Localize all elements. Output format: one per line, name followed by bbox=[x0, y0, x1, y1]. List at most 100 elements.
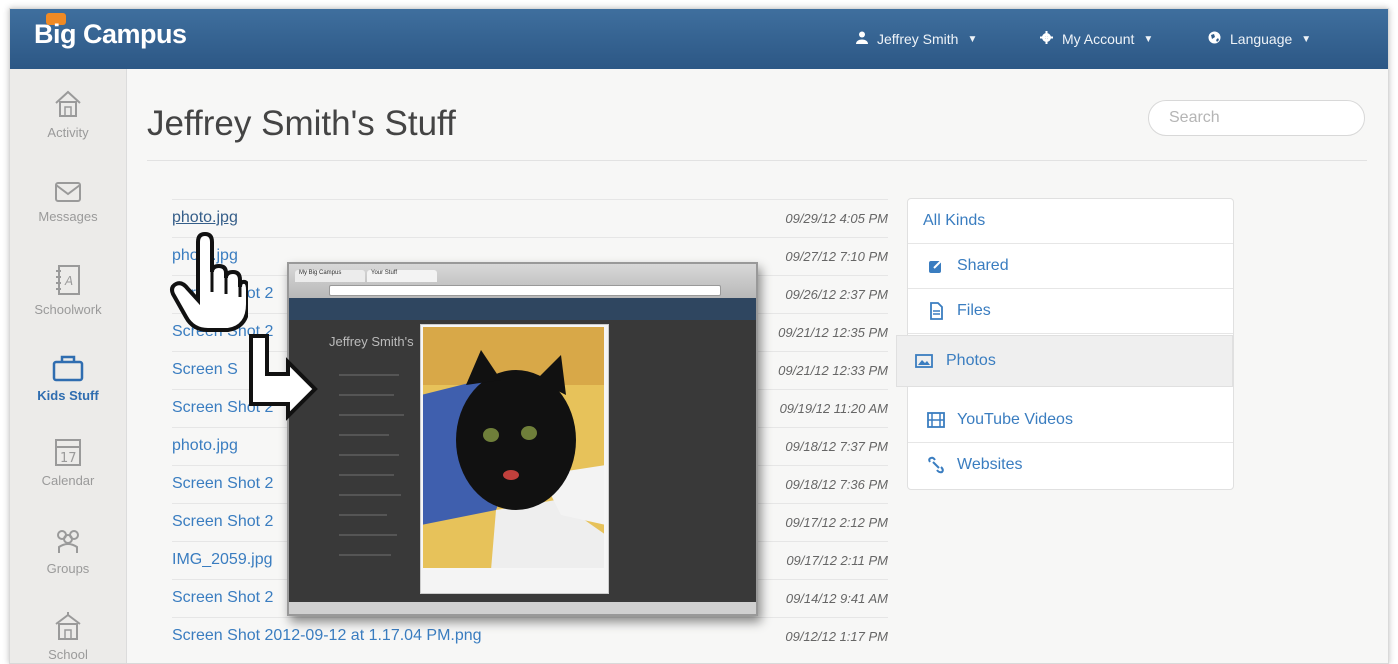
kind-label: Photos bbox=[946, 352, 996, 369]
sidebar-item-activity[interactable]: Activity bbox=[10, 89, 126, 140]
file-link[interactable]: Screen Shot 2 bbox=[172, 475, 273, 493]
kind-files[interactable]: Files bbox=[908, 289, 1233, 334]
inner-page-title: Jeffrey Smith's bbox=[329, 334, 414, 349]
logo[interactable]: Big Campus bbox=[34, 13, 187, 50]
hand-cursor-icon bbox=[170, 232, 248, 332]
photo-icon bbox=[915, 354, 933, 368]
kind-label: YouTube Videos bbox=[957, 411, 1073, 428]
sidebar-item-label: Groups bbox=[46, 561, 90, 576]
file-link[interactable]: IMG_2059.jpg bbox=[172, 551, 273, 569]
file-date: 09/21/12 12:35 PM bbox=[778, 325, 888, 340]
sidebar-item-label: School bbox=[48, 647, 88, 662]
ghost-line bbox=[339, 374, 399, 376]
file-date: 09/21/12 12:33 PM bbox=[778, 363, 888, 378]
chevron-down-icon: ▼ bbox=[1143, 33, 1154, 45]
photo-card bbox=[419, 323, 609, 594]
file-link[interactable]: Screen S bbox=[172, 361, 238, 379]
browser-status-bar bbox=[289, 602, 756, 614]
ghost-line bbox=[339, 514, 387, 516]
kind-photos[interactable]: Photos bbox=[896, 335, 1233, 387]
photo-preview-popup[interactable]: My Big Campus Your Stuff Jeffrey Smith's bbox=[287, 262, 758, 616]
calendar-day: 17 bbox=[60, 451, 77, 466]
ghost-line bbox=[339, 434, 389, 436]
user-name: Jeffrey Smith bbox=[877, 31, 959, 47]
logo-text: Big Campus bbox=[34, 19, 187, 49]
top-bar: Big Campus Jeffrey Smith ▼ My Account ▼ … bbox=[10, 9, 1388, 69]
sidebar-item-label: Kids Stuff bbox=[37, 388, 99, 403]
file-date: 09/26/12 2:37 PM bbox=[785, 287, 888, 302]
globe-icon bbox=[1208, 31, 1221, 47]
svg-text:A: A bbox=[64, 274, 73, 288]
file-date: 09/27/12 7:10 PM bbox=[785, 249, 888, 264]
kind-youtube-videos[interactable]: YouTube Videos bbox=[908, 398, 1233, 443]
kind-all[interactable]: All Kinds bbox=[908, 199, 1233, 244]
browser-chrome: My Big Campus Your Stuff bbox=[289, 264, 756, 298]
ghost-line bbox=[339, 534, 397, 536]
file-link[interactable]: Screen Shot 2012-09-12 at 1.17.04 PM.png bbox=[172, 627, 482, 645]
browser-tab: My Big Campus bbox=[295, 270, 365, 282]
app-window: Big Campus Jeffrey Smith ▼ My Account ▼ … bbox=[9, 8, 1389, 664]
file-date: 09/14/12 9:41 AM bbox=[785, 591, 888, 606]
notebook-icon: A bbox=[56, 265, 80, 295]
kind-label: Files bbox=[957, 302, 991, 319]
ghost-line bbox=[339, 474, 394, 476]
school-icon bbox=[55, 612, 81, 640]
file-date: 09/12/12 1:17 PM bbox=[785, 629, 888, 644]
kind-shared[interactable]: Shared bbox=[908, 244, 1233, 289]
kind-filter-panel: All Kinds Shared Files Photos YouTube Vi… bbox=[896, 198, 1234, 490]
sidebar-item-label: Activity bbox=[47, 125, 89, 140]
browser-tab: Your Stuff bbox=[367, 270, 437, 282]
link-icon bbox=[928, 456, 944, 474]
file-link[interactable]: Screen Shot 2 bbox=[172, 589, 273, 607]
house-icon bbox=[55, 90, 81, 117]
file-link[interactable]: photo.jpg bbox=[172, 209, 238, 227]
user-icon bbox=[856, 31, 868, 47]
file-link[interactable]: photo.jpg bbox=[172, 437, 238, 455]
groups-icon bbox=[57, 530, 79, 553]
file-date: 09/17/12 2:11 PM bbox=[786, 553, 888, 568]
account-label: My Account bbox=[1062, 31, 1135, 47]
calendar-icon: 17 bbox=[55, 439, 81, 466]
inner-top-bar bbox=[289, 298, 756, 320]
file-date: 09/18/12 7:37 PM bbox=[785, 439, 888, 454]
search-input[interactable] bbox=[1148, 100, 1365, 136]
sidebar-item-calendar[interactable]: 17 Calendar bbox=[10, 437, 126, 488]
divider bbox=[147, 160, 1367, 161]
file-icon bbox=[930, 302, 943, 320]
sidebar-item-messages[interactable]: Messages bbox=[10, 181, 126, 224]
table-row[interactable]: Screen Shot 2012-09-12 at 1.17.04 PM.png… bbox=[172, 617, 888, 655]
ghost-line bbox=[339, 454, 399, 456]
sidebar-item-schoolwork[interactable]: A Schoolwork bbox=[10, 264, 126, 317]
arrow-icon bbox=[249, 334, 318, 421]
gear-icon bbox=[1040, 31, 1053, 47]
language-label: Language bbox=[1230, 31, 1293, 47]
chevron-down-icon: ▼ bbox=[967, 33, 978, 45]
sidebar-item-label: Schoolwork bbox=[34, 302, 102, 317]
language-menu[interactable]: Language ▼ bbox=[1208, 9, 1311, 69]
kind-websites[interactable]: Websites bbox=[908, 443, 1233, 488]
user-menu[interactable]: Jeffrey Smith ▼ bbox=[856, 9, 977, 69]
kind-label: Websites bbox=[957, 456, 1023, 473]
kind-label: Shared bbox=[957, 257, 1009, 274]
ghost-line bbox=[339, 394, 394, 396]
ghost-line bbox=[339, 494, 401, 496]
page-title: Jeffrey Smith's Stuff bbox=[147, 104, 456, 143]
sidebar-item-label: Messages bbox=[38, 209, 98, 224]
film-icon bbox=[927, 412, 945, 428]
chevron-down-icon: ▼ bbox=[1301, 33, 1312, 45]
file-date: 09/18/12 7:36 PM bbox=[785, 477, 888, 492]
file-date: 09/17/12 2:12 PM bbox=[785, 515, 888, 530]
locker-icon bbox=[52, 355, 84, 382]
sidebar-item-school[interactable]: School bbox=[10, 611, 126, 662]
kind-label: All Kinds bbox=[923, 212, 986, 229]
ghost-line bbox=[339, 414, 404, 416]
sidebar-item-groups[interactable]: Groups bbox=[10, 527, 126, 576]
sidebar-item-kids-stuff[interactable]: Kids Stuff bbox=[10, 354, 126, 403]
ghost-line bbox=[339, 554, 391, 556]
table-row[interactable]: photo.jpg 09/29/12 4:05 PM bbox=[172, 199, 888, 237]
file-date: 09/19/12 11:20 AM bbox=[779, 401, 888, 416]
account-menu[interactable]: My Account ▼ bbox=[1040, 9, 1153, 69]
sidebar: Activity Messages A Schoolwork Kids Stuf… bbox=[10, 69, 127, 663]
sidebar-item-label: Calendar bbox=[41, 473, 95, 488]
file-link[interactable]: Screen Shot 2 bbox=[172, 513, 273, 531]
